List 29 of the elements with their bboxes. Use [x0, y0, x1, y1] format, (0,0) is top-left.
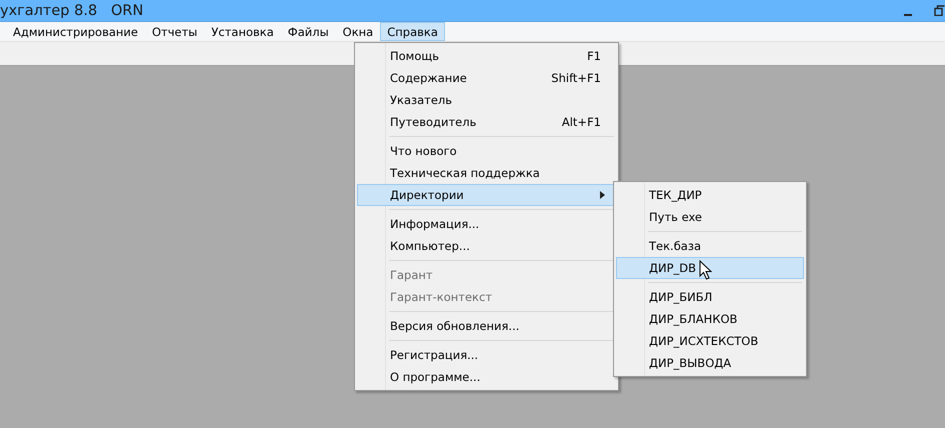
restore-icon[interactable] [934, 5, 945, 16]
menu-item[interactable]: Путь exe [616, 206, 804, 228]
menu-item[interactable]: Тек.база [616, 235, 804, 257]
menu-item[interactable]: Установка [204, 22, 281, 41]
menu-item[interactable]: Компьютер... [357, 235, 616, 257]
menu-item[interactable]: Что нового [357, 140, 616, 162]
menu-item[interactable]: Регистрация... [357, 344, 616, 366]
menu-item[interactable]: Информация... [357, 213, 616, 235]
menu-item[interactable]: Помощь F1 [357, 45, 616, 67]
menu-item[interactable]: Техническая поддержка [357, 162, 616, 184]
menu-item[interactable]: Указатель [357, 89, 616, 111]
menu-item[interactable]: Содержание Shift+F1 [357, 67, 616, 89]
menu-item[interactable]: ДИР_DB [616, 257, 804, 279]
menu-item[interactable]: ДИР_БИБЛ [616, 286, 804, 308]
menu-item[interactable]: Версия обновления... [357, 315, 616, 337]
mouse-cursor-icon [699, 260, 713, 280]
menu-item[interactable]: Путеводитель Alt+F1 [357, 111, 616, 133]
menu-item[interactable]: ДИР_БЛАНКОВ [616, 308, 804, 330]
window-title: ухгалтер 8.8 ORN [0, 2, 144, 18]
menu-item[interactable]: Файлы [280, 22, 336, 41]
menu-item[interactable]: ДИР_ИСХТЕКСТОВ [616, 330, 804, 352]
menu-item[interactable]: Справка [380, 22, 445, 41]
menu-item[interactable]: О программе... [357, 366, 616, 388]
menu-item[interactable]: ДИР_ВЫВОДА [616, 352, 804, 374]
menu-item[interactable]: Директории [357, 184, 616, 206]
menu-item[interactable]: Отчеты [144, 22, 204, 41]
menu-item[interactable]: Окна [336, 22, 380, 41]
menu-item[interactable]: ТЕК_ДИР [616, 184, 804, 206]
menu-item[interactable]: Администрирование [6, 22, 145, 41]
